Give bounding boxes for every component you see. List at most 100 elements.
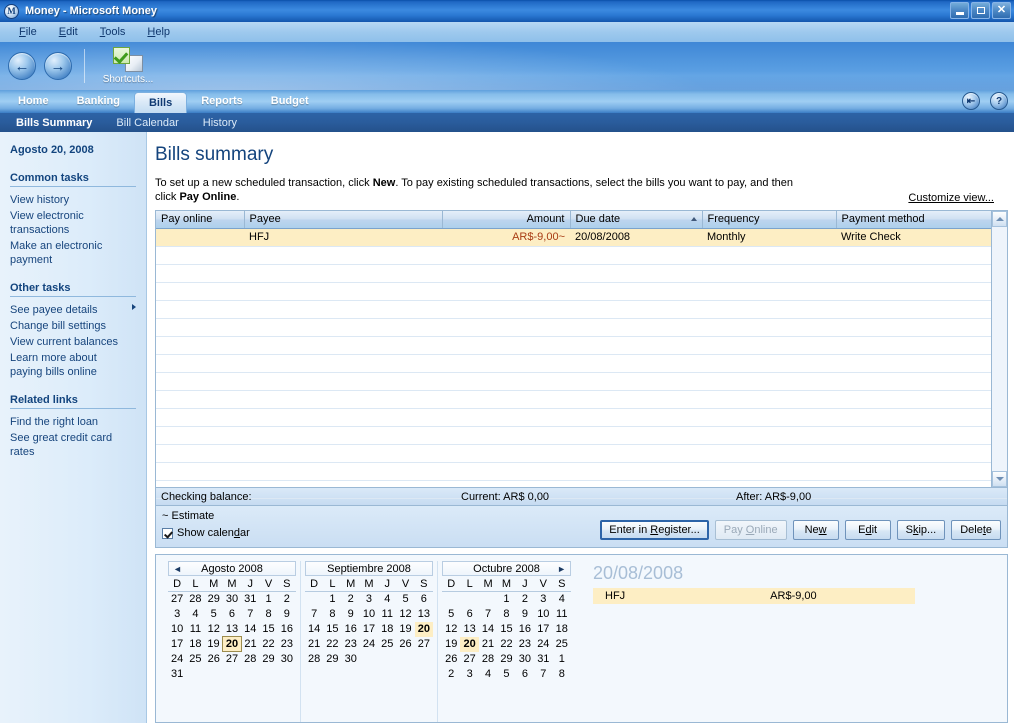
calendar-day-cell[interactable]: 29	[323, 652, 341, 667]
new-button[interactable]: New	[792, 520, 839, 540]
calendar-day-cell[interactable]: 17	[534, 622, 552, 637]
customize-view-link[interactable]: Customize view...	[908, 192, 1008, 204]
subtab-history[interactable]: History	[191, 115, 249, 131]
calendar-day-cell[interactable]: 4	[378, 592, 396, 607]
calendar-day-cell[interactable]: 24	[360, 637, 378, 652]
calendar-day-cell[interactable]: 27	[460, 652, 478, 667]
calendar-day-cell[interactable]: 2	[442, 667, 460, 682]
calendar-day-cell[interactable]: 30	[516, 652, 534, 667]
enter-in-register-button[interactable]: Enter in Register...	[600, 520, 709, 540]
calendar-day-cell[interactable]: 1	[323, 592, 341, 607]
calendar-day-cell[interactable]: 21	[241, 637, 259, 652]
calendar-day-cell[interactable]: 31	[534, 652, 552, 667]
calendar-day-cell[interactable]: 27	[415, 637, 433, 652]
calendar-day-cell[interactable]: 26	[396, 637, 414, 652]
calendar-day-cell[interactable]: 29	[259, 652, 277, 667]
calendar-day-cell[interactable]: 27	[168, 592, 186, 607]
calendar-day-cell[interactable]: 25	[378, 637, 396, 652]
subtab-bill-calendar[interactable]: Bill Calendar	[104, 115, 190, 131]
calendar-day-cell[interactable]: 9	[516, 607, 534, 622]
sidebar-item-view-history[interactable]: View history	[10, 192, 136, 208]
calendar-day-cell[interactable]: 2	[342, 592, 360, 607]
forward-button[interactable]: →	[44, 52, 72, 80]
calendar-day-cell[interactable]: 12	[442, 622, 460, 637]
menu-help[interactable]: Help	[136, 24, 181, 40]
tab-reports[interactable]: Reports	[187, 90, 257, 113]
calendar-day-cell[interactable]: 6	[516, 667, 534, 682]
restore-button[interactable]	[971, 2, 990, 19]
calendar-day-cell[interactable]: 1	[259, 592, 277, 607]
sidebar-item-see-payee-details[interactable]: See payee details	[10, 302, 136, 318]
sync-icon[interactable]: ⇤	[962, 92, 980, 110]
calendar-next-arrow-icon[interactable]: ►	[557, 564, 566, 574]
tab-budget[interactable]: Budget	[257, 90, 323, 113]
calendar-day-cell[interactable]: 11	[378, 607, 396, 622]
column-header-amount[interactable]: Amount	[442, 211, 571, 229]
calendar-day-cell[interactable]: 17	[360, 622, 378, 637]
calendar-day-cell[interactable]: 25	[553, 637, 571, 652]
calendar-day-cell[interactable]: 30	[342, 652, 360, 667]
calendar-day-cell[interactable]: 18	[553, 622, 571, 637]
column-header-frequency[interactable]: Frequency	[702, 211, 837, 229]
calendar-day-cell[interactable]: 2	[516, 592, 534, 607]
help-icon[interactable]: ?	[990, 92, 1008, 110]
tab-banking[interactable]: Banking	[63, 90, 134, 113]
calendar-day-cell[interactable]: 30	[223, 592, 241, 607]
calendar-day-cell[interactable]: 7	[534, 667, 552, 682]
calendar-day-cell[interactable]: 20	[460, 636, 479, 652]
calendar-day-cell[interactable]: 24	[168, 652, 186, 667]
calendar-day-cell[interactable]: 19	[442, 637, 460, 652]
calendar-day-cell[interactable]: 1	[553, 652, 571, 667]
calendar-day-cell[interactable]: 24	[534, 637, 552, 652]
calendar-day-cell[interactable]: 15	[259, 622, 277, 637]
calendar-day-cell[interactable]: 10	[168, 622, 186, 637]
calendar-day-cell[interactable]: 7	[241, 607, 259, 622]
calendar-day-cell[interactable]: 26	[442, 652, 460, 667]
skip-button[interactable]: Skip...	[896, 520, 946, 540]
detail-entry-row[interactable]: HFJ AR$-9,00	[593, 588, 915, 604]
calendar-day-cell[interactable]: 17	[168, 637, 186, 652]
calendar-day-cell[interactable]: 18	[186, 637, 204, 652]
calendar-day-cell[interactable]: 9	[278, 607, 296, 622]
calendar-day-cell[interactable]: 6	[460, 607, 478, 622]
sidebar-item-view-electronic-transactions[interactable]: View electronic transactions	[10, 208, 136, 238]
calendar-day-cell[interactable]: 16	[342, 622, 360, 637]
cell-pay-online[interactable]	[156, 228, 244, 247]
calendar-day-cell[interactable]: 16	[516, 622, 534, 637]
calendar-day-cell[interactable]: 4	[553, 592, 571, 607]
calendar-day-cell[interactable]: 4	[186, 607, 204, 622]
calendar-day-cell[interactable]: 6	[415, 592, 433, 607]
subtab-bills-summary[interactable]: Bills Summary	[4, 115, 104, 131]
minimize-button[interactable]	[950, 2, 969, 19]
calendar-day-cell[interactable]: 9	[342, 607, 360, 622]
calendar-day-cell[interactable]: 2	[278, 592, 296, 607]
calendar-day-cell[interactable]: 16	[278, 622, 296, 637]
calendar-day-cell[interactable]: 28	[479, 652, 497, 667]
calendar-day-cell[interactable]: 3	[168, 607, 186, 622]
calendar-day-cell[interactable]: 15	[497, 622, 515, 637]
calendar-day-cell[interactable]: 22	[497, 637, 515, 652]
calendar-day-cell[interactable]: 8	[259, 607, 277, 622]
calendar-day-cell[interactable]: 7	[305, 607, 323, 622]
calendar-day-cell[interactable]: 5	[442, 607, 460, 622]
calendar-day-cell[interactable]: 28	[241, 652, 259, 667]
calendar-day-cell[interactable]: 15	[323, 622, 341, 637]
calendar-day-cell[interactable]: 30	[278, 652, 296, 667]
calendar-day-cell[interactable]: 27	[223, 652, 241, 667]
calendar-day-cell[interactable]: 14	[479, 622, 497, 637]
scroll-up-button[interactable]	[992, 211, 1007, 227]
calendar-day-cell[interactable]: 31	[168, 667, 186, 682]
calendar-day-cell[interactable]: 3	[534, 592, 552, 607]
calendar-day-cell[interactable]: 20	[414, 621, 433, 637]
calendar-day-cell[interactable]: 22	[259, 637, 277, 652]
calendar-day-cell[interactable]: 8	[323, 607, 341, 622]
calendar-day-cell[interactable]: 23	[278, 637, 296, 652]
calendar-day-cell[interactable]: 8	[497, 607, 515, 622]
sidebar-item-view-current-balances[interactable]: View current balances	[10, 334, 136, 350]
calendar-day-cell[interactable]: 3	[460, 667, 478, 682]
calendar-day-cell[interactable]: 25	[186, 652, 204, 667]
calendar-day-cell[interactable]: 13	[460, 622, 478, 637]
calendar-day-cell[interactable]: 31	[241, 592, 259, 607]
calendar-day-cell[interactable]: 4	[479, 667, 497, 682]
close-button[interactable]: ✕	[992, 2, 1011, 19]
